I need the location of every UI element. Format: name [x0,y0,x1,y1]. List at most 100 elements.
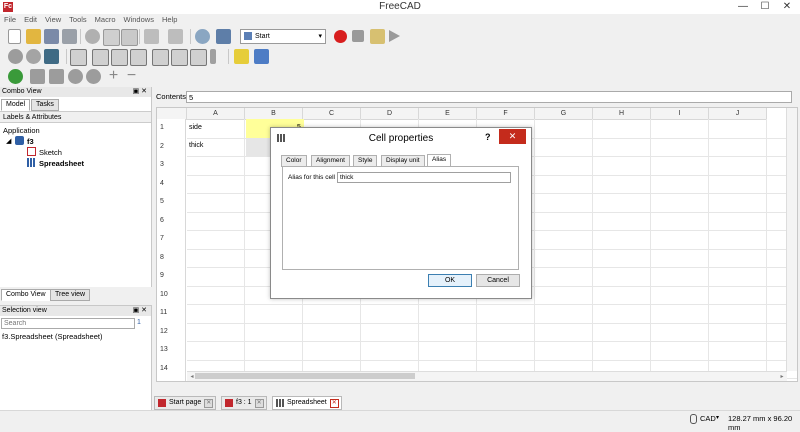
copy-icon[interactable] [103,29,120,46]
run-macro-icon[interactable] [389,30,400,42]
row-header-10[interactable]: 10 [157,285,186,304]
row-header-6[interactable]: 6 [157,211,186,230]
vertical-scrollbar[interactable] [786,108,797,371]
redo-icon[interactable] [168,29,183,44]
create-group-icon[interactable] [254,49,269,64]
new-icon[interactable] [8,29,21,44]
horizontal-scroll-thumb[interactable] [195,373,415,379]
stop-macro-icon[interactable] [352,30,364,42]
rear-view-icon[interactable] [152,49,169,66]
horizontal-scrollbar[interactable]: ◂ ▸ [187,371,787,381]
refresh-icon[interactable] [195,29,210,44]
selection-search-input[interactable] [1,318,135,329]
column-header-e[interactable]: E [419,108,477,120]
column-header-c[interactable]: C [303,108,361,120]
menu-windows[interactable]: Windows [120,14,158,26]
cut-icon[interactable] [85,29,100,44]
measure-distance-icon[interactable] [210,49,216,64]
undo-icon[interactable] [144,29,159,44]
alias-input[interactable] [337,172,511,183]
column-header-j[interactable]: J [709,108,767,120]
back-icon[interactable] [30,69,45,84]
reload-icon[interactable] [68,69,83,84]
tab-combo-view[interactable]: Combo View [1,289,51,301]
selection-panel-float-close-icons[interactable]: ▣ ✕ [133,306,147,314]
forward-icon[interactable] [49,69,64,84]
doc-tab-f3[interactable]: f3 : 1 ✕ [221,396,267,410]
stop-icon[interactable] [86,69,101,84]
column-header-d[interactable]: D [361,108,419,120]
row-header-4[interactable]: 4 [157,174,186,193]
fit-all-icon[interactable] [8,49,23,64]
print-icon[interactable] [62,29,77,44]
tab-tasks[interactable]: Tasks [31,99,59,111]
row-header-14[interactable]: 14 [157,359,186,378]
menu-tools[interactable]: Tools [65,14,91,26]
column-header-h[interactable]: H [593,108,651,120]
bottom-view-icon[interactable] [171,49,188,66]
row-header-1[interactable]: 1 [157,119,186,138]
row-header-9[interactable]: 9 [157,267,186,286]
whats-this-icon[interactable] [216,29,231,44]
cell-a2[interactable]: thick [189,142,203,149]
zoom-in-icon[interactable]: + [106,68,121,84]
draw-style-icon[interactable] [44,49,59,64]
fit-selection-icon[interactable] [26,49,41,64]
chevron-down-icon[interactable]: ▾ [716,414,719,421]
save-icon[interactable] [44,29,59,44]
edit-macro-icon[interactable] [370,29,385,44]
close-tab-icon[interactable]: ✕ [329,399,339,408]
cancel-button[interactable]: Cancel [476,274,520,287]
zoom-out-icon[interactable]: − [124,68,139,84]
dialog-close-button[interactable]: ✕ [499,129,526,144]
tree-item-spreadsheet[interactable]: Spreadsheet [39,159,84,168]
menu-file[interactable]: File [0,14,20,26]
scroll-right-arrow-icon[interactable]: ▸ [777,373,787,380]
menu-macro[interactable]: Macro [91,14,120,26]
units-schema[interactable]: CAD [700,414,716,423]
cell-a1[interactable]: side [189,124,202,131]
create-part-icon[interactable] [234,49,249,64]
help-button[interactable]: ? [485,132,491,142]
tab-model[interactable]: Model [1,99,31,111]
menu-edit[interactable]: Edit [20,14,41,26]
isometric-view-icon[interactable] [70,49,87,66]
top-view-icon[interactable] [111,49,128,66]
row-header-2[interactable]: 2 [157,137,186,156]
column-header-i[interactable]: I [651,108,709,120]
ok-button[interactable]: OK [428,274,472,287]
workbench-select[interactable]: Start ▾ [240,29,326,44]
close-tab-icon[interactable]: ✕ [204,399,214,408]
record-macro-icon[interactable] [334,30,347,43]
front-view-icon[interactable] [92,49,109,66]
row-header-3[interactable]: 3 [157,156,186,175]
open-icon[interactable] [26,29,41,44]
row-header-11[interactable]: 11 [157,304,186,323]
row-header-15[interactable]: 15 [157,378,186,381]
contents-input[interactable] [186,91,792,103]
row-header-13[interactable]: 13 [157,341,186,360]
menu-view[interactable]: View [41,14,65,26]
row-header-8[interactable]: 8 [157,248,186,267]
doc-tab-spreadsheet[interactable]: Spreadsheet ✕ [272,396,342,410]
web-home-icon[interactable] [8,69,23,84]
close-tab-icon[interactable]: ✕ [254,399,264,408]
column-header-g[interactable]: G [535,108,593,120]
tree-item-f3[interactable]: f3 [27,137,34,146]
doc-tab-start-page[interactable]: Start page ✕ [154,396,217,410]
tree-item-sketch[interactable]: Sketch [39,148,62,157]
tree-expand-icon[interactable]: ◢ [6,137,11,145]
row-header-12[interactable]: 12 [157,322,186,341]
close-window-button[interactable]: ✕ [776,0,798,14]
maximize-button[interactable]: ☐ [754,0,776,14]
row-header-7[interactable]: 7 [157,230,186,249]
menu-help[interactable]: Help [158,14,181,26]
paste-icon[interactable] [121,29,138,46]
tab-tree-view[interactable]: Tree view [50,289,91,301]
left-view-icon[interactable] [190,49,207,66]
selection-item[interactable]: f3.Spreadsheet (Spreadsheet) [2,332,102,341]
panel-float-close-icons[interactable]: ▣ ✕ [133,87,147,95]
row-header-5[interactable]: 5 [157,193,186,212]
minimize-button[interactable]: — [732,0,754,14]
column-header-a[interactable]: A [187,108,245,120]
